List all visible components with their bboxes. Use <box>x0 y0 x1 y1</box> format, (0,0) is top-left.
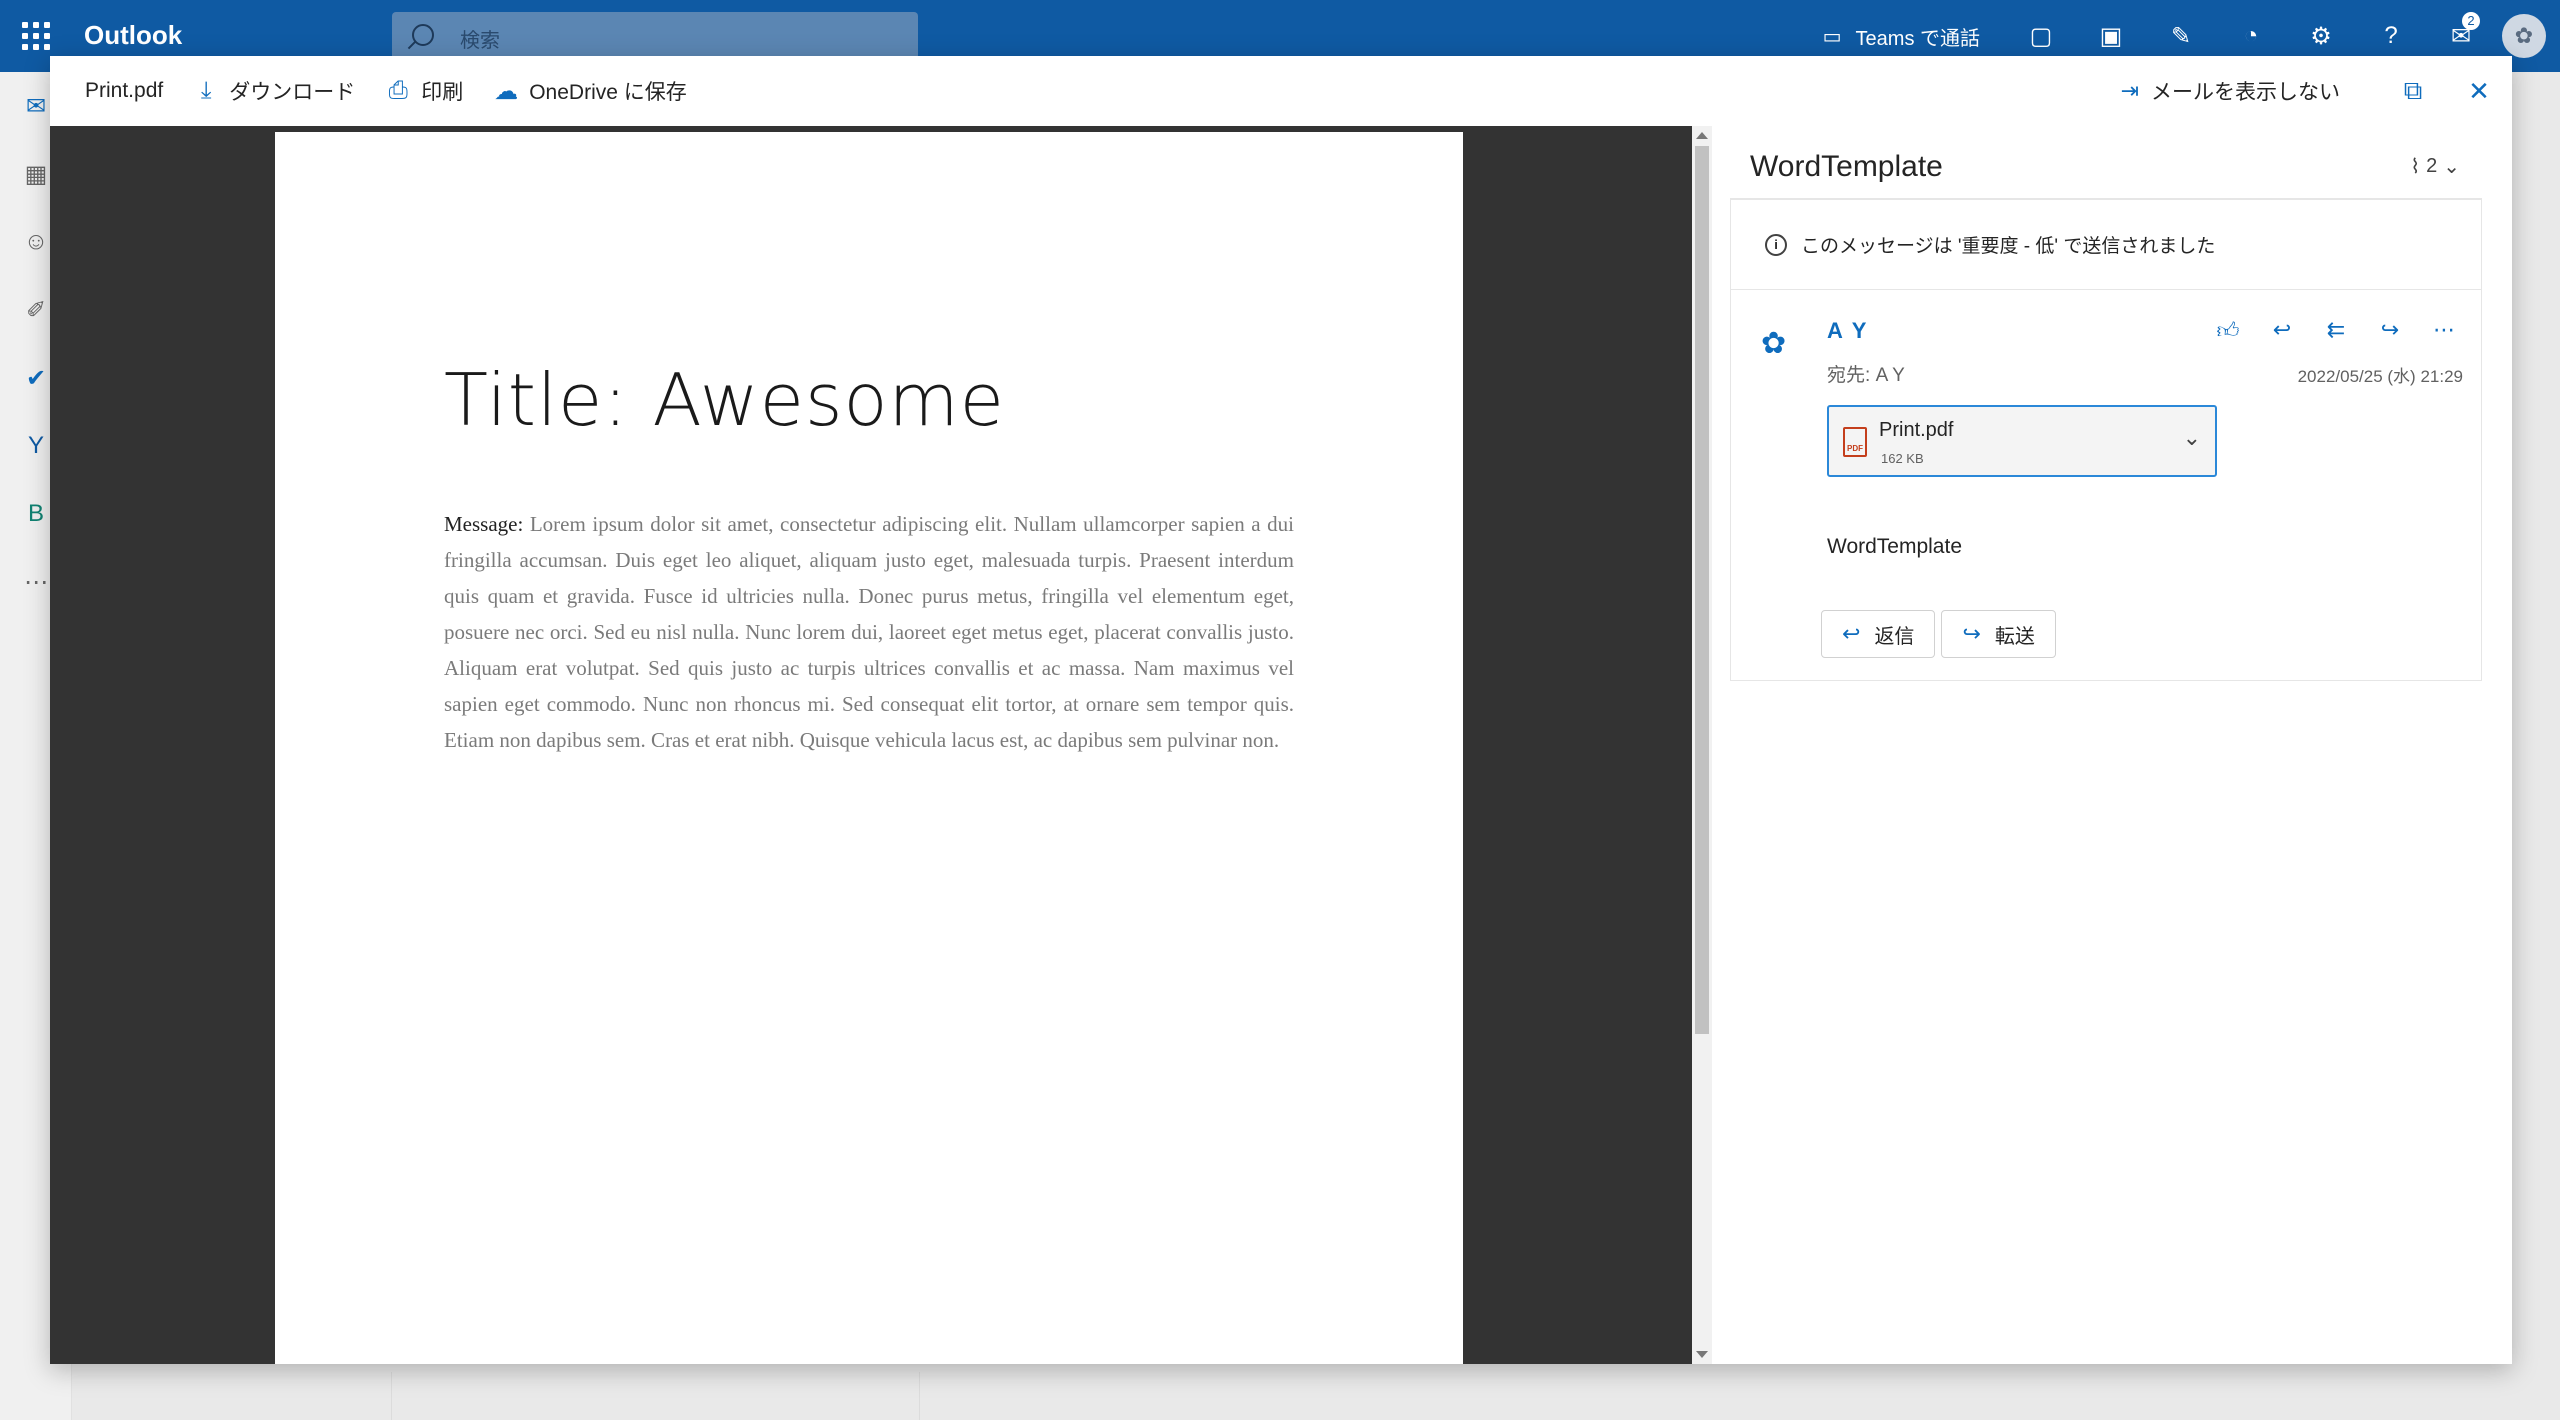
reply-icon: ↩ <box>1842 621 1861 646</box>
paperclip-icon[interactable]: ✐ <box>20 294 52 326</box>
forward-icon[interactable]: ↪ <box>2367 310 2413 350</box>
importance-notice: i このメッセージは '重要度 - 低' で送信されました <box>1731 200 2481 290</box>
hide-mail-label: メールを表示しない <box>2151 81 2340 104</box>
to-label: 宛先: <box>1827 365 1871 386</box>
app-name[interactable]: Outlook <box>84 20 182 51</box>
print-label: 印刷 <box>421 81 464 104</box>
reply-label: 返信 <box>1874 625 1915 648</box>
reply-buttons: ↩ 返信 ↪ 転送 <box>1821 610 2056 658</box>
scroll-thumb[interactable] <box>1695 146 1709 1034</box>
folder-pane-edge <box>72 1372 392 1420</box>
sender-avatar-icon: ✿ <box>1761 327 1787 360</box>
message-card: i このメッセージは '重要度 - 低' で送信されました ✿ A Y 👍︎ ↩… <box>1730 200 2482 681</box>
message-body: WordTemplate <box>1827 535 1963 558</box>
app-launcher-icon[interactable] <box>22 22 50 50</box>
viewer-scrollbar[interactable] <box>1692 126 1712 1364</box>
cloud-icon: ☁ <box>494 77 519 105</box>
mail-subject: WordTemplate <box>1750 150 1943 183</box>
message-label: Message: <box>444 512 524 536</box>
importance-text: このメッセージは '重要度 - 低' で送信されました <box>1801 236 2216 257</box>
forward-icon: ↪ <box>1962 621 1981 646</box>
chevron-down-icon[interactable]: ⌄ <box>2183 425 2201 451</box>
search-box[interactable]: 検索 <box>392 12 918 60</box>
printer-icon: ⎙ <box>388 77 408 104</box>
pdf-page: Title: Awesome Message: Lorem ipsum dolo… <box>275 132 1463 1364</box>
recipient-line: 宛先: A Y <box>1827 360 1905 387</box>
attachment-size: 162 KB <box>1881 451 1924 466</box>
todo-icon[interactable]: ✔ <box>20 362 52 394</box>
download-label: ダウンロード <box>229 81 356 104</box>
reply-button[interactable]: ↩ 返信 <box>1821 610 1936 658</box>
video-camera-icon: ▭ <box>1822 25 1842 48</box>
teams-call-button[interactable]: ▭ Teams で通話 <box>1823 22 2006 51</box>
hide-mail-button[interactable]: ⇥ メールを表示しない <box>2121 76 2340 106</box>
yammer-icon[interactable]: Y <box>20 430 52 462</box>
download-icon: ⤓ <box>200 77 212 104</box>
more-actions-icon[interactable]: ⋯ <box>2421 310 2467 350</box>
viewer-toolbar-right: ⇥ メールを表示しない ⧉ ✕ <box>2121 56 2512 126</box>
hide-pane-icon: ⇥ <box>2120 78 2139 103</box>
mail-subject-header: WordTemplate ⌇ 2 ⌄ <box>1730 138 2482 200</box>
message-item: ✿ A Y 👍︎ ↩ ⇇ ↪ ⋯ 宛先: A Y 2022/05/25 (水) … <box>1731 290 2481 680</box>
reply-all-icon[interactable]: ⇇ <box>2313 310 2359 350</box>
reading-pane: WordTemplate ⌇ 2 ⌄ i このメッセージは '重要度 - 低' … <box>1730 138 2482 681</box>
info-icon: i <box>1765 233 1787 256</box>
message-text: Lorem ipsum dolor sit amet, consectetur … <box>444 512 1294 752</box>
search-placeholder: 検索 <box>460 30 500 52</box>
print-button[interactable]: ⎙ 印刷 <box>385 76 464 106</box>
file-name: Print.pdf <box>85 79 164 102</box>
save-onedrive-button[interactable]: ☁ OneDrive に保存 <box>493 76 687 106</box>
teams-call-label: Teams で通話 <box>1855 27 1980 50</box>
reply-icon[interactable]: ↩ <box>2259 310 2305 350</box>
attachment-card[interactable]: PDF Print.pdf 162 KB ⌄ <box>1827 405 2217 477</box>
download-button[interactable]: ⤓ ダウンロード <box>193 76 355 106</box>
viewer-toolbar: Print.pdf ⤓ ダウンロード ⎙ 印刷 ☁ OneDrive に保存 ⇥… <box>50 56 2512 126</box>
notification-badge: 2 <box>2462 12 2480 30</box>
more-apps-icon[interactable]: ⋯ <box>20 566 52 598</box>
forward-button[interactable]: ↪ 転送 <box>1941 610 2056 658</box>
pdf-file-icon: PDF <box>1843 427 1867 457</box>
avatar[interactable]: ✿ <box>2502 14 2546 58</box>
message-actions: 👍︎ ↩ ⇇ ↪ ⋯ <box>2205 310 2467 350</box>
attachment-viewer: Print.pdf ⤓ ダウンロード ⎙ 印刷 ☁ OneDrive に保存 ⇥… <box>50 56 2512 1364</box>
message-list-edge <box>392 1372 920 1420</box>
forward-label: 転送 <box>1994 625 2035 648</box>
message-datetime: 2022/05/25 (水) 21:29 <box>2297 367 2463 386</box>
save-onedrive-label: OneDrive に保存 <box>529 81 687 104</box>
people-icon[interactable]: ☺ <box>20 226 52 258</box>
like-icon[interactable]: 👍︎ <box>2205 310 2251 350</box>
scroll-up-icon[interactable] <box>1696 132 1708 139</box>
attachment-count: 2 <box>2426 155 2438 177</box>
bookings-icon[interactable]: B <box>20 498 52 530</box>
to-value[interactable]: A Y <box>1876 365 1905 386</box>
paperclip-icon: ⌇ <box>2410 156 2421 178</box>
chevron-down-icon: ⌄ <box>2443 156 2460 178</box>
mail-icon[interactable]: ✉ <box>20 90 52 122</box>
pdf-viewer[interactable]: Title: Awesome Message: Lorem ipsum dolo… <box>50 126 1692 1364</box>
close-icon[interactable]: ✕ <box>2446 76 2512 107</box>
attachment-count-button[interactable]: ⌇ 2 ⌄ <box>2410 154 2460 179</box>
calendar-icon[interactable]: ▦ <box>20 158 52 190</box>
search-icon <box>412 24 434 46</box>
scroll-down-icon[interactable] <box>1696 1351 1708 1358</box>
sender-name[interactable]: A Y <box>1827 318 1868 344</box>
popout-icon[interactable]: ⧉ <box>2380 75 2446 107</box>
attachment-name: Print.pdf <box>1879 419 1954 441</box>
document-message: Message: Lorem ipsum dolor sit amet, con… <box>444 506 1294 758</box>
document-title: Title: Awesome <box>444 358 1005 442</box>
